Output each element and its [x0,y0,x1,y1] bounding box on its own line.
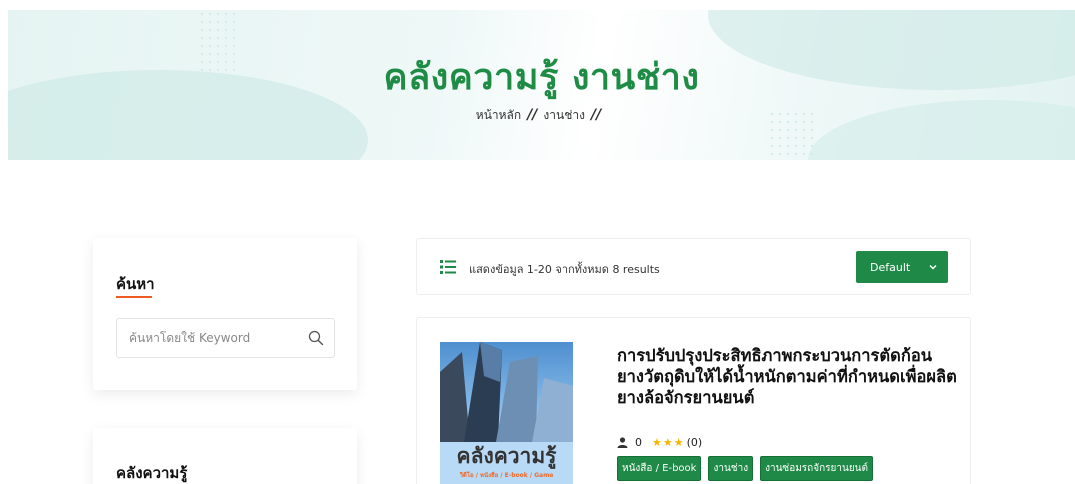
product-meta: 0 ★★★ (0) [617,436,702,449]
tag-craft[interactable]: งานช่าง [708,456,754,481]
cover-title: คลังความรู้ [456,444,557,468]
results-toolbar: แสดงข้อมูล 1-20 จากทั้งหมด 8 results Def… [416,238,971,295]
knowledge-heading: คลังความรู้ [116,464,188,482]
star-rating-icon: ★★★ [652,436,685,449]
sort-dropdown[interactable]: Default [856,251,948,283]
search-widget: ค้นหา [93,238,357,390]
result-count: แสดงข้อมูล 1-20 จากทั้งหมด 8 results [469,263,660,276]
list-view-icon[interactable] [440,260,456,274]
search-box [116,318,335,358]
user-icon [617,437,628,448]
breadcrumb-separator: // [527,107,538,123]
cover-subtitle: วีดีโอ / หนังสือ / E-book / Game [459,472,554,479]
product-title[interactable]: การปรับปรุงประสิทธิภาพกระบวนการตัดก้อนยา… [617,345,957,408]
breadcrumb-separator: // [590,107,602,123]
page-banner: คลังความรู้ งานช่าง หน้าหลัก // งานช่าง // [8,10,1075,160]
author-count: 0 [635,436,642,449]
breadcrumb-category-link[interactable]: งานช่าง [543,108,585,122]
tag-motorcycle-repair[interactable]: งานซ่อมรถจักรยานยนต์ [760,456,874,481]
search-heading: ค้นหา [116,275,155,293]
search-icon[interactable] [308,330,324,346]
tag-ebook[interactable]: หนังสือ / E-book [617,456,702,481]
product-cover-image[interactable]: คลังความรู้ วีดีโอ / หนังสือ / E-book / … [440,342,573,484]
rating-count: (0) [686,436,703,449]
knowledge-widget: คลังความรู้ [93,428,357,484]
tag-list: หนังสือ / E-book งานช่าง งานซ่อมรถจักรยา… [617,456,874,481]
building-illustration [440,342,573,442]
breadcrumb: หน้าหลัก // งานช่าง // [8,106,1075,125]
product-card[interactable]: คลังความรู้ วีดีโอ / หนังสือ / E-book / … [416,317,971,484]
heading-underline [116,296,152,298]
chevron-down-icon [929,265,937,270]
breadcrumb-home-link[interactable]: หน้าหลัก [476,108,521,122]
page-title: คลังความรู้ งานช่าง [383,57,700,98]
sort-label: Default [870,260,911,274]
search-input[interactable] [129,331,304,345]
